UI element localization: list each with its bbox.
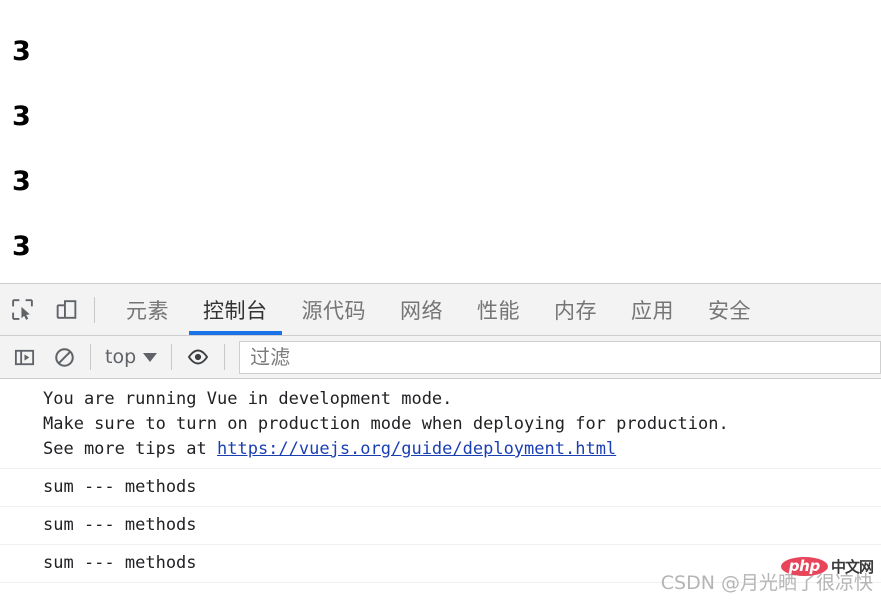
console-toolbar-divider — [224, 344, 226, 370]
devtools-tabs: 元素 控制台 源代码 网络 性能 内存 应用 安全 — [109, 284, 768, 335]
page-output-line: 3 — [12, 101, 31, 132]
tab-console[interactable]: 控制台 — [186, 284, 285, 335]
console-toolbar-divider — [90, 344, 91, 370]
console-context-label: top — [105, 346, 137, 368]
console-message-line: You are running Vue in development mode. — [43, 389, 453, 409]
tab-memory[interactable]: 内存 — [537, 284, 614, 335]
clear-console-icon[interactable] — [44, 338, 84, 376]
console-message-log: sum --- methods — [0, 507, 881, 545]
tab-security[interactable]: 安全 — [691, 284, 768, 335]
page-output-line: 3 — [12, 36, 31, 67]
device-toolbar-icon[interactable] — [44, 288, 88, 332]
console-toolbar: top — [0, 336, 881, 379]
console-sidebar-icon[interactable] — [4, 338, 44, 376]
console-message-log: sum --- methods — [0, 545, 881, 583]
console-message-line: sum --- methods — [43, 553, 197, 573]
page-viewport: 3 3 3 3 — [0, 0, 881, 283]
page-output-line: 3 — [12, 231, 31, 262]
console-message-line: sum --- methods — [43, 477, 197, 497]
tab-network[interactable]: 网络 — [383, 284, 460, 335]
screenshot-root: 3 3 3 3 元素 控制台 源代码 网络 性能 内存 应用 安全 top 过滤… — [0, 0, 881, 601]
console-filter-input[interactable] — [240, 345, 880, 369]
console-message-line: See more tips at — [43, 439, 217, 459]
console-message-vue-warning: You are running Vue in development mode.… — [0, 379, 881, 469]
inspect-element-icon[interactable] — [0, 288, 44, 332]
live-expression-eye-icon[interactable] — [178, 338, 218, 376]
console-message-list: You are running Vue in development mode.… — [0, 379, 881, 600]
console-context-selector[interactable]: top — [97, 342, 165, 372]
tab-application[interactable]: 应用 — [614, 284, 691, 335]
console-filter[interactable] — [239, 340, 881, 374]
console-toolbar-divider — [171, 344, 173, 370]
devtools-tabstrip: 元素 控制台 源代码 网络 性能 内存 应用 安全 — [0, 284, 881, 336]
tab-elements[interactable]: 元素 — [109, 284, 186, 335]
toolbar-divider — [94, 296, 95, 323]
tab-performance[interactable]: 性能 — [460, 284, 537, 335]
console-message-line: sum --- methods — [43, 515, 197, 535]
chevron-down-icon — [143, 352, 158, 362]
console-message-log: sum --- methods — [0, 469, 881, 507]
tab-sources[interactable]: 源代码 — [285, 284, 384, 335]
page-output-line: 3 — [12, 166, 31, 197]
devtools-panel: 元素 控制台 源代码 网络 性能 内存 应用 安全 top 过滤 You are… — [0, 283, 881, 601]
vuejs-deployment-link[interactable]: https://vuejs.org/guide/deployment.html — [217, 439, 616, 459]
console-message-line: Make sure to turn on production mode whe… — [43, 414, 729, 434]
